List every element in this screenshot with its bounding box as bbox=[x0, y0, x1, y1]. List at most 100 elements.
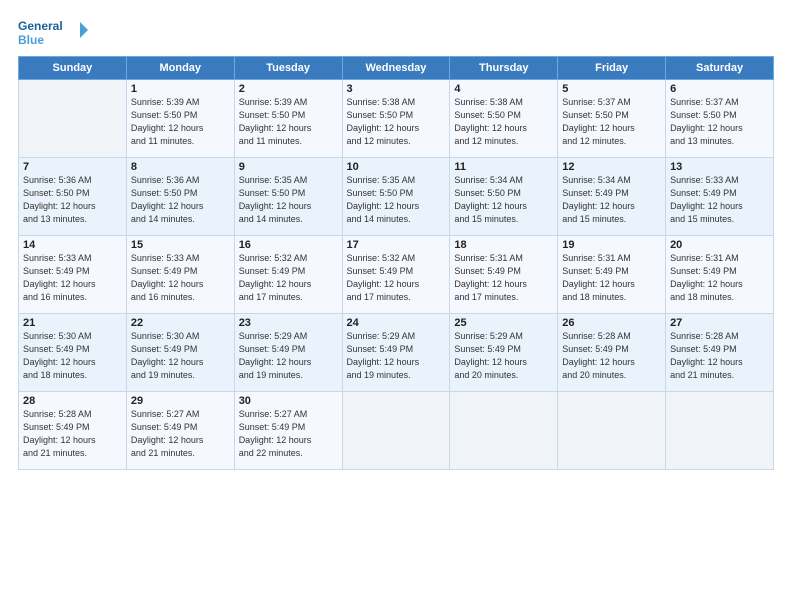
calendar-cell: 7Sunrise: 5:36 AM Sunset: 5:50 PM Daylig… bbox=[19, 158, 127, 236]
day-number: 20 bbox=[670, 239, 769, 251]
day-info: Sunrise: 5:31 AM Sunset: 5:49 PM Dayligh… bbox=[562, 252, 661, 304]
day-info: Sunrise: 5:30 AM Sunset: 5:49 PM Dayligh… bbox=[131, 330, 230, 382]
calendar-cell: 17Sunrise: 5:32 AM Sunset: 5:49 PM Dayli… bbox=[342, 236, 450, 314]
day-number: 26 bbox=[562, 317, 661, 329]
day-number: 2 bbox=[239, 83, 338, 95]
weekday-header-row: SundayMondayTuesdayWednesdayThursdayFrid… bbox=[19, 57, 774, 80]
day-number: 27 bbox=[670, 317, 769, 329]
day-info: Sunrise: 5:32 AM Sunset: 5:49 PM Dayligh… bbox=[347, 252, 446, 304]
calendar-cell: 30Sunrise: 5:27 AM Sunset: 5:49 PM Dayli… bbox=[234, 392, 342, 470]
day-number: 16 bbox=[239, 239, 338, 251]
day-number: 7 bbox=[23, 161, 122, 173]
day-number: 1 bbox=[131, 83, 230, 95]
calendar-cell: 25Sunrise: 5:29 AM Sunset: 5:49 PM Dayli… bbox=[450, 314, 558, 392]
day-info: Sunrise: 5:27 AM Sunset: 5:49 PM Dayligh… bbox=[131, 408, 230, 460]
calendar-cell: 23Sunrise: 5:29 AM Sunset: 5:49 PM Dayli… bbox=[234, 314, 342, 392]
calendar-cell: 18Sunrise: 5:31 AM Sunset: 5:49 PM Dayli… bbox=[450, 236, 558, 314]
calendar-cell: 20Sunrise: 5:31 AM Sunset: 5:49 PM Dayli… bbox=[666, 236, 774, 314]
day-info: Sunrise: 5:39 AM Sunset: 5:50 PM Dayligh… bbox=[239, 96, 338, 148]
calendar-cell: 12Sunrise: 5:34 AM Sunset: 5:49 PM Dayli… bbox=[558, 158, 666, 236]
day-info: Sunrise: 5:39 AM Sunset: 5:50 PM Dayligh… bbox=[131, 96, 230, 148]
day-number: 5 bbox=[562, 83, 661, 95]
day-number: 28 bbox=[23, 395, 122, 407]
day-info: Sunrise: 5:30 AM Sunset: 5:49 PM Dayligh… bbox=[23, 330, 122, 382]
day-info: Sunrise: 5:29 AM Sunset: 5:49 PM Dayligh… bbox=[239, 330, 338, 382]
weekday-header-tuesday: Tuesday bbox=[234, 57, 342, 80]
day-number: 18 bbox=[454, 239, 553, 251]
day-info: Sunrise: 5:35 AM Sunset: 5:50 PM Dayligh… bbox=[347, 174, 446, 226]
weekday-header-wednesday: Wednesday bbox=[342, 57, 450, 80]
day-number: 11 bbox=[454, 161, 553, 173]
calendar-week-1: 1Sunrise: 5:39 AM Sunset: 5:50 PM Daylig… bbox=[19, 80, 774, 158]
day-number: 14 bbox=[23, 239, 122, 251]
calendar-cell: 13Sunrise: 5:33 AM Sunset: 5:49 PM Dayli… bbox=[666, 158, 774, 236]
day-number: 21 bbox=[23, 317, 122, 329]
calendar-cell: 24Sunrise: 5:29 AM Sunset: 5:49 PM Dayli… bbox=[342, 314, 450, 392]
calendar-cell: 16Sunrise: 5:32 AM Sunset: 5:49 PM Dayli… bbox=[234, 236, 342, 314]
calendar-cell: 26Sunrise: 5:28 AM Sunset: 5:49 PM Dayli… bbox=[558, 314, 666, 392]
calendar-cell: 15Sunrise: 5:33 AM Sunset: 5:49 PM Dayli… bbox=[126, 236, 234, 314]
day-number: 17 bbox=[347, 239, 446, 251]
day-info: Sunrise: 5:27 AM Sunset: 5:49 PM Dayligh… bbox=[239, 408, 338, 460]
day-number: 9 bbox=[239, 161, 338, 173]
day-number: 23 bbox=[239, 317, 338, 329]
day-info: Sunrise: 5:31 AM Sunset: 5:49 PM Dayligh… bbox=[454, 252, 553, 304]
calendar-cell: 9Sunrise: 5:35 AM Sunset: 5:50 PM Daylig… bbox=[234, 158, 342, 236]
calendar-cell: 19Sunrise: 5:31 AM Sunset: 5:49 PM Dayli… bbox=[558, 236, 666, 314]
logo: General Blue bbox=[18, 16, 88, 50]
day-info: Sunrise: 5:34 AM Sunset: 5:50 PM Dayligh… bbox=[454, 174, 553, 226]
calendar-cell: 10Sunrise: 5:35 AM Sunset: 5:50 PM Dayli… bbox=[342, 158, 450, 236]
calendar-cell: 14Sunrise: 5:33 AM Sunset: 5:49 PM Dayli… bbox=[19, 236, 127, 314]
day-info: Sunrise: 5:36 AM Sunset: 5:50 PM Dayligh… bbox=[23, 174, 122, 226]
day-number: 3 bbox=[347, 83, 446, 95]
day-info: Sunrise: 5:35 AM Sunset: 5:50 PM Dayligh… bbox=[239, 174, 338, 226]
day-info: Sunrise: 5:31 AM Sunset: 5:49 PM Dayligh… bbox=[670, 252, 769, 304]
calendar-cell: 11Sunrise: 5:34 AM Sunset: 5:50 PM Dayli… bbox=[450, 158, 558, 236]
calendar-cell: 22Sunrise: 5:30 AM Sunset: 5:49 PM Dayli… bbox=[126, 314, 234, 392]
calendar-cell: 28Sunrise: 5:28 AM Sunset: 5:49 PM Dayli… bbox=[19, 392, 127, 470]
day-info: Sunrise: 5:34 AM Sunset: 5:49 PM Dayligh… bbox=[562, 174, 661, 226]
day-info: Sunrise: 5:33 AM Sunset: 5:49 PM Dayligh… bbox=[131, 252, 230, 304]
day-number: 13 bbox=[670, 161, 769, 173]
svg-text:Blue: Blue bbox=[18, 33, 44, 47]
day-number: 22 bbox=[131, 317, 230, 329]
calendar-cell: 2Sunrise: 5:39 AM Sunset: 5:50 PM Daylig… bbox=[234, 80, 342, 158]
day-number: 29 bbox=[131, 395, 230, 407]
svg-text:General: General bbox=[18, 19, 63, 33]
calendar-cell: 5Sunrise: 5:37 AM Sunset: 5:50 PM Daylig… bbox=[558, 80, 666, 158]
calendar-cell bbox=[558, 392, 666, 470]
calendar-cell: 8Sunrise: 5:36 AM Sunset: 5:50 PM Daylig… bbox=[126, 158, 234, 236]
calendar-cell: 27Sunrise: 5:28 AM Sunset: 5:49 PM Dayli… bbox=[666, 314, 774, 392]
day-info: Sunrise: 5:29 AM Sunset: 5:49 PM Dayligh… bbox=[454, 330, 553, 382]
day-number: 10 bbox=[347, 161, 446, 173]
calendar-cell: 1Sunrise: 5:39 AM Sunset: 5:50 PM Daylig… bbox=[126, 80, 234, 158]
day-info: Sunrise: 5:38 AM Sunset: 5:50 PM Dayligh… bbox=[347, 96, 446, 148]
calendar-cell: 29Sunrise: 5:27 AM Sunset: 5:49 PM Dayli… bbox=[126, 392, 234, 470]
day-info: Sunrise: 5:33 AM Sunset: 5:49 PM Dayligh… bbox=[670, 174, 769, 226]
day-info: Sunrise: 5:32 AM Sunset: 5:49 PM Dayligh… bbox=[239, 252, 338, 304]
day-info: Sunrise: 5:28 AM Sunset: 5:49 PM Dayligh… bbox=[562, 330, 661, 382]
logo-svg: General Blue bbox=[18, 16, 88, 50]
calendar-cell: 6Sunrise: 5:37 AM Sunset: 5:50 PM Daylig… bbox=[666, 80, 774, 158]
day-number: 25 bbox=[454, 317, 553, 329]
day-number: 12 bbox=[562, 161, 661, 173]
calendar-week-3: 14Sunrise: 5:33 AM Sunset: 5:49 PM Dayli… bbox=[19, 236, 774, 314]
day-info: Sunrise: 5:33 AM Sunset: 5:49 PM Dayligh… bbox=[23, 252, 122, 304]
calendar-cell bbox=[450, 392, 558, 470]
calendar-cell: 3Sunrise: 5:38 AM Sunset: 5:50 PM Daylig… bbox=[342, 80, 450, 158]
day-info: Sunrise: 5:28 AM Sunset: 5:49 PM Dayligh… bbox=[23, 408, 122, 460]
day-info: Sunrise: 5:28 AM Sunset: 5:49 PM Dayligh… bbox=[670, 330, 769, 382]
day-info: Sunrise: 5:37 AM Sunset: 5:50 PM Dayligh… bbox=[670, 96, 769, 148]
day-number: 30 bbox=[239, 395, 338, 407]
weekday-header-monday: Monday bbox=[126, 57, 234, 80]
day-info: Sunrise: 5:29 AM Sunset: 5:49 PM Dayligh… bbox=[347, 330, 446, 382]
calendar-table: SundayMondayTuesdayWednesdayThursdayFrid… bbox=[18, 56, 774, 470]
weekday-header-thursday: Thursday bbox=[450, 57, 558, 80]
page-container: General Blue SundayMondayTuesdayWednesda… bbox=[0, 0, 792, 480]
calendar-week-2: 7Sunrise: 5:36 AM Sunset: 5:50 PM Daylig… bbox=[19, 158, 774, 236]
calendar-cell bbox=[342, 392, 450, 470]
calendar-cell: 21Sunrise: 5:30 AM Sunset: 5:49 PM Dayli… bbox=[19, 314, 127, 392]
calendar-cell bbox=[666, 392, 774, 470]
calendar-week-4: 21Sunrise: 5:30 AM Sunset: 5:49 PM Dayli… bbox=[19, 314, 774, 392]
weekday-header-saturday: Saturday bbox=[666, 57, 774, 80]
